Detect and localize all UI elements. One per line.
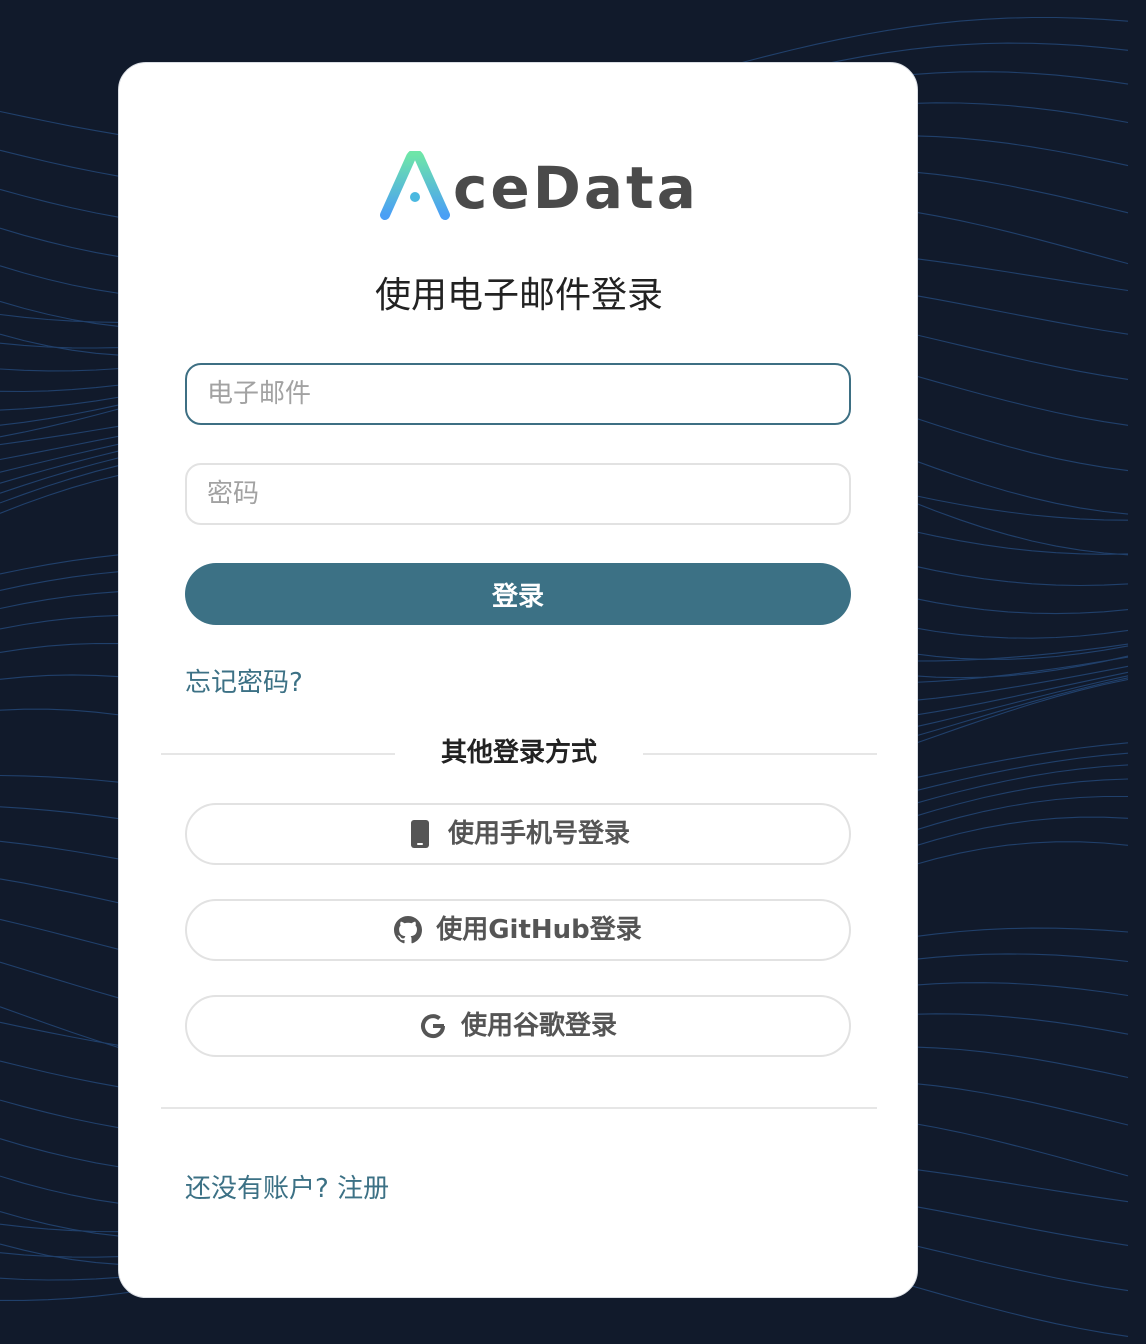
brand-logo-text: ceData (453, 154, 699, 222)
login-button[interactable]: 登录 (185, 563, 851, 625)
password-input[interactable] (185, 463, 851, 525)
footer-divider (161, 1107, 877, 1109)
phone-login-button[interactable]: 使用手机号登录 (185, 803, 851, 865)
page-title: 使用电子邮件登录 (374, 275, 663, 316)
mobile-phone-icon (406, 820, 434, 848)
github-login-button[interactable]: 使用GitHub登录 (185, 899, 851, 961)
brand-logo: ceData (377, 151, 696, 222)
github-icon (394, 916, 423, 944)
phone-login-label: 使用手机号登录 (447, 819, 630, 849)
signup-prompt: 还没有账户? (185, 1174, 329, 1204)
forgot-password-link[interactable]: 忘记密码? (185, 665, 303, 701)
divider-right (643, 753, 877, 755)
google-login-label: 使用谷歌登录 (460, 1011, 617, 1041)
login-card: ceData 使用电子邮件登录 登录 忘记密码? 其他登录方式 使用手机号登录 … (118, 62, 918, 1298)
stylized-letter-a-icon (380, 151, 450, 220)
signup-row: 还没有账户? 注册 (185, 1171, 389, 1207)
email-input[interactable] (185, 363, 851, 425)
google-icon (419, 1012, 447, 1040)
google-login-button[interactable]: 使用谷歌登录 (185, 995, 851, 1057)
other-login-divider-label: 其他登录方式 (440, 738, 597, 768)
github-login-label: 使用GitHub登录 (436, 915, 642, 945)
signup-link[interactable]: 注册 (337, 1174, 389, 1204)
divider-left (161, 753, 395, 755)
